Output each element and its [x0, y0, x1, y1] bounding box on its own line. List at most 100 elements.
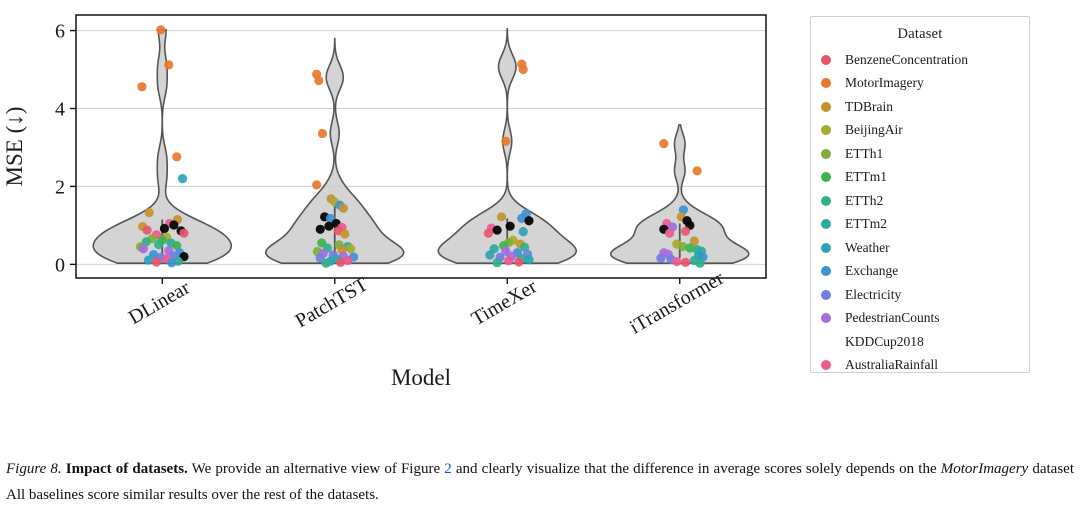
scatter-point [680, 226, 691, 236]
scatter-point [154, 239, 164, 250]
scatter-point [518, 64, 528, 75]
legend-item[interactable]: KDDCup2018 [821, 330, 1029, 354]
scatter-point [496, 212, 507, 222]
scatter-point [156, 25, 166, 35]
scatter-point [315, 224, 325, 234]
scatter-point [524, 255, 534, 265]
legend-item-label: ETTh2 [845, 192, 884, 208]
legend-swatch-icon [821, 101, 831, 112]
legend-swatch-icon [821, 337, 831, 347]
legend-item-label: BeijingAir [845, 122, 903, 138]
scatter-point [172, 152, 182, 162]
caption-figure-link[interactable]: 2 [444, 461, 452, 477]
legend-item-label: AustraliaRainfall [845, 357, 938, 373]
legend-item-label: ETTh1 [845, 145, 884, 161]
legend-item[interactable]: ETTh2 [821, 189, 1029, 213]
legend-items: BenzeneConcentration MotorImagery TDBrain B… [811, 48, 1029, 377]
legend-item-label: KDDCup2018 [845, 333, 924, 349]
legend-item[interactable]: AustraliaRainfall [821, 354, 1029, 378]
legend-item[interactable]: Electricity [821, 283, 1029, 307]
scatter-point [159, 223, 170, 234]
scatter-point [492, 225, 502, 235]
legend-item[interactable]: BeijingAir [821, 119, 1029, 143]
scatter-point [312, 180, 322, 190]
scatter-point [324, 221, 334, 231]
legend: Dataset BenzeneConcentration MotorImagery… [810, 16, 1030, 373]
caption-italic-dataset: MotorImagery [940, 461, 1029, 477]
legend-swatch-icon [821, 125, 831, 136]
y-axis-title: MSE (↓) [2, 107, 27, 187]
legend-item[interactable]: BenzeneConcentration [821, 48, 1029, 72]
legend-swatch-icon [821, 219, 831, 230]
legend-swatch-icon [821, 289, 831, 300]
legend-item-label: Electricity [845, 286, 902, 302]
scatter-point [665, 228, 675, 238]
legend-item-label: PedestrianCounts [845, 310, 940, 326]
scatter-point [505, 221, 515, 231]
scatter-point [317, 128, 328, 139]
legend-item-label: MotorImagery [845, 75, 924, 91]
legend-item-label: Weather [845, 239, 890, 255]
scatter-point [656, 253, 666, 263]
y-tick-label: 6 [55, 21, 65, 43]
legend-item[interactable]: ETTm2 [821, 213, 1029, 237]
legend-item[interactable]: MotorImagery [821, 72, 1029, 96]
legend-item[interactable]: Weather [821, 236, 1029, 260]
legend-item[interactable]: TDBrain [821, 95, 1029, 119]
x-tick-label: PatchTST [292, 273, 372, 332]
scatter-point [151, 257, 162, 267]
scatter-point [164, 60, 174, 70]
legend-title: Dataset [897, 26, 943, 42]
y-tick-label: 0 [55, 254, 65, 276]
axis-labels: 0246DLinear PatchTST TimeXer iTransformerMo… [2, 21, 728, 390]
scatter-point [680, 257, 691, 268]
legend-swatch-icon [821, 54, 831, 65]
violin-shapes [92, 27, 750, 264]
scatter-point [138, 244, 149, 254]
figure-container: 0 2 4 6 DLinear PatchTST TimeXer iTransformer Mo… [0, 0, 1080, 507]
scatter-point [501, 136, 511, 146]
scatter-point [695, 258, 705, 268]
scatter-point [346, 244, 356, 254]
scatter-point [144, 207, 154, 218]
scatter-point [314, 75, 324, 86]
scatter-point [137, 82, 147, 92]
legend-item[interactable]: ETTh1 [821, 142, 1029, 166]
legend-swatch-icon [821, 148, 831, 159]
scatter-point [485, 250, 495, 260]
legend-swatch-icon [821, 313, 831, 324]
scatter-point [518, 227, 528, 237]
scatter-point [492, 258, 502, 268]
legend-item-label: TDBrain [845, 98, 893, 114]
scatter-point [177, 174, 188, 184]
x-axis-title: Model [391, 365, 451, 390]
scatter-point [142, 225, 152, 235]
x-tick-label: DLinear [125, 276, 194, 329]
legend-swatch-icon [821, 195, 831, 206]
scatter-point [692, 166, 702, 176]
scatter-point [514, 257, 524, 267]
legend-item[interactable]: PedestrianCounts [821, 307, 1029, 331]
caption-text-1: We provide an alternative view of Figure [187, 461, 445, 477]
scatter-point [338, 203, 349, 213]
scatter-point [335, 257, 346, 268]
scatter-point [524, 216, 534, 226]
data-points [135, 25, 708, 268]
legend-swatch-icon [821, 172, 831, 183]
y-tick-label: 4 [55, 99, 65, 121]
scatter-point [169, 220, 179, 230]
scatter-point [659, 138, 669, 149]
scatter-point [321, 258, 331, 268]
figure-caption: Figure 8. Impact of datasets. We provide… [6, 456, 1074, 508]
scatter-point [167, 258, 177, 268]
scatter-point [340, 229, 350, 239]
legend-item[interactable]: Exchange [821, 260, 1029, 284]
legend-swatch-icon [821, 360, 831, 371]
scatter-point [143, 255, 154, 265]
legend-item[interactable]: ETTm1 [821, 166, 1029, 190]
legend-item-label: ETTm2 [845, 216, 887, 232]
scatter-point [179, 228, 189, 238]
caption-bold-lead: Impact of datasets. [65, 461, 188, 477]
y-tick-label: 2 [55, 176, 65, 198]
legend-swatch-icon [821, 242, 831, 253]
